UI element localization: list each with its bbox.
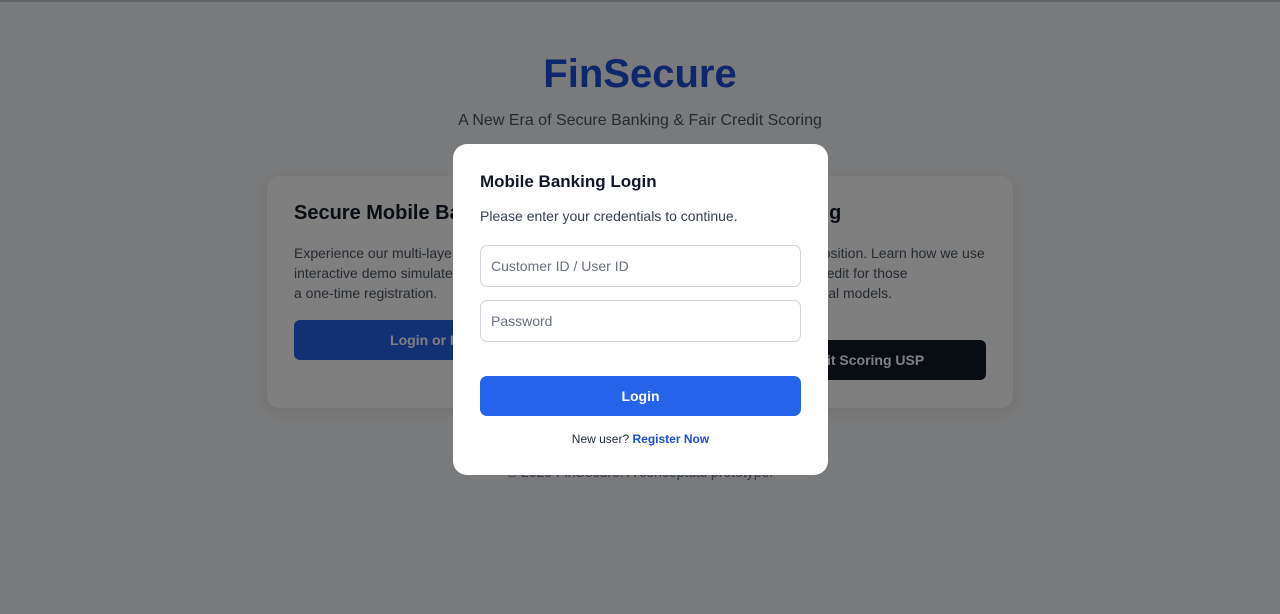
login-modal: Mobile Banking Login Please enter your c…: [453, 144, 828, 475]
new-user-text: New user?: [571, 432, 630, 446]
customer-id-input[interactable]: [480, 245, 801, 287]
password-input[interactable]: [480, 300, 801, 342]
register-prompt: New user? Register Now: [480, 432, 801, 446]
modal-title: Mobile Banking Login: [480, 172, 657, 191]
modal-subtitle: Please enter your credentials to continu…: [480, 208, 738, 224]
login-button[interactable]: Login: [480, 376, 801, 416]
register-now-link[interactable]: Register Now: [633, 432, 710, 446]
